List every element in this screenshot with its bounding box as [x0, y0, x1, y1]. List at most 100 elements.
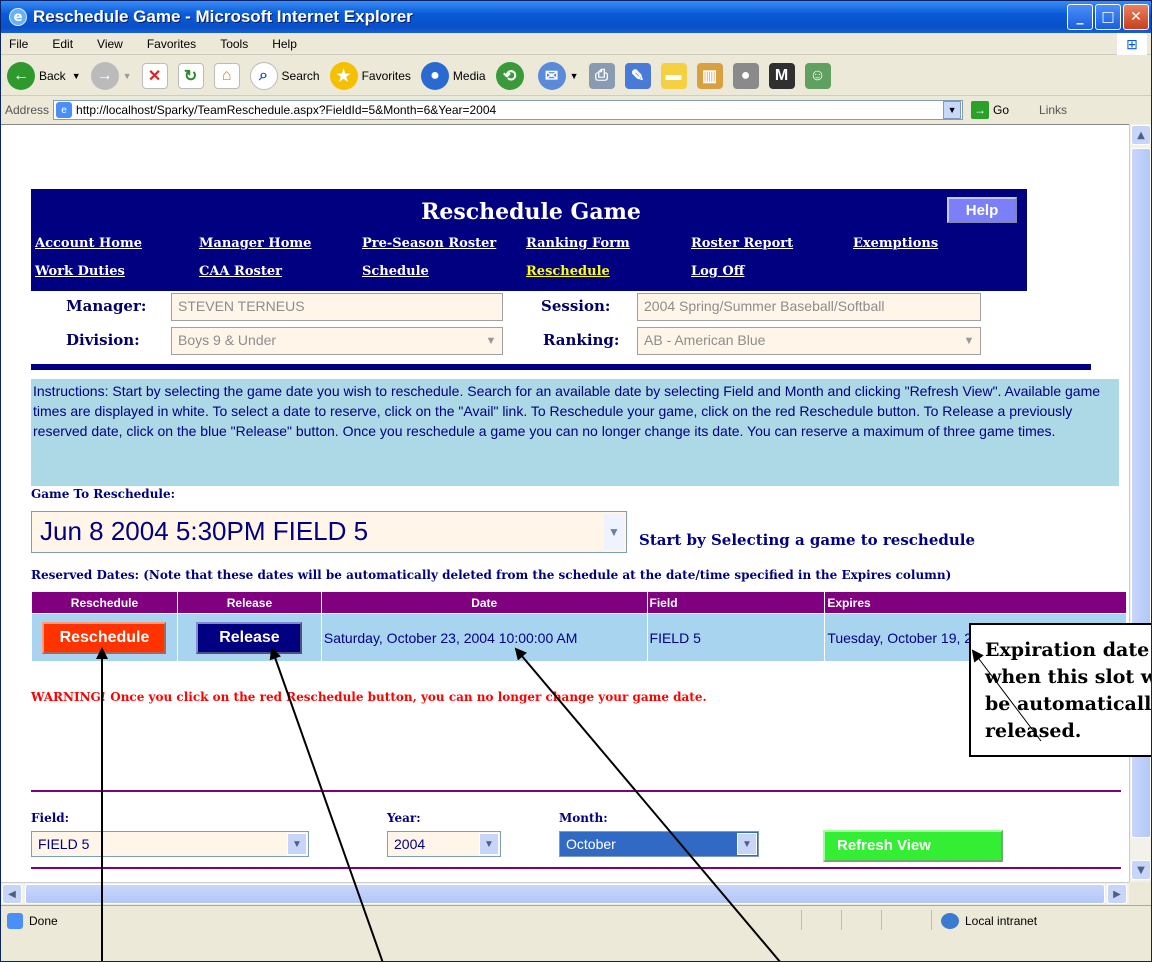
month-select[interactable]: October ▼: [559, 831, 759, 857]
address-url[interactable]: http://localhost/Sparky/TeamReschedule.a…: [76, 103, 496, 117]
nav-manager-home[interactable]: Manager Home: [199, 236, 311, 251]
ranking-value: AB - American Blue: [644, 332, 766, 348]
refresh-view-button[interactable]: Refresh View: [823, 830, 1003, 862]
media-button[interactable]: ● Media: [420, 61, 486, 90]
nav-exemptions[interactable]: Exemptions: [853, 236, 938, 251]
vertical-scrollbar[interactable]: ▲ ▼: [1129, 124, 1151, 882]
warning-text: WARNING! Once you click on the red Resch…: [31, 690, 707, 704]
session-field[interactable]: 2004 Spring/Summer Baseball/Softball: [637, 293, 981, 321]
favorites-button[interactable]: ★ Favorites: [329, 61, 411, 90]
horizontal-scroll-thumb[interactable]: [25, 884, 1105, 904]
menu-favorites[interactable]: Favorites: [143, 35, 200, 53]
game-select[interactable]: Jun 8 2004 5:30PM FIELD 5 ▼: [31, 511, 627, 553]
refresh-icon[interactable]: ↻: [177, 62, 204, 89]
header-expires: Expires: [824, 591, 1127, 614]
search-button[interactable]: ⌕ Search: [249, 61, 320, 90]
manager-label: Manager:: [66, 297, 147, 315]
manager-field[interactable]: STEVEN TERNEUS: [171, 293, 503, 321]
nav-reschedule[interactable]: Reschedule: [526, 264, 610, 279]
chevron-down-icon: ▼: [287, 833, 307, 855]
toolbar: ← Back ▼ → ▼ ✕ ↻ ⌂ ⌕ Search ★ Favorites …: [1, 56, 1151, 96]
status-divider: [801, 910, 802, 930]
zone-text: Local intranet: [965, 914, 1038, 928]
close-button[interactable]: ✕: [1123, 4, 1149, 30]
horizontal-scrollbar[interactable]: ◀ ▶: [1, 882, 1129, 904]
go-label: Go: [993, 103, 1010, 117]
nav-account-home[interactable]: Account Home: [35, 236, 142, 251]
field-value: FIELD 5: [38, 836, 90, 852]
page-title: Reschedule Game: [421, 199, 641, 225]
status-divider: [931, 910, 932, 930]
start-hint: Start by Selecting a game to reschedule: [639, 531, 976, 549]
msn-icon[interactable]: M: [768, 62, 795, 89]
chevron-down-icon: ▼: [737, 833, 757, 855]
header-reschedule: Reschedule: [31, 591, 178, 614]
back-button[interactable]: ← Back ▼: [7, 61, 81, 90]
status-divider: [841, 910, 842, 930]
minimize-button[interactable]: _: [1067, 4, 1093, 30]
messenger-icon[interactable]: ●: [732, 62, 759, 89]
address-input[interactable]: e http://localhost/Sparky/TeamReschedule…: [53, 100, 964, 120]
nav-caa-roster[interactable]: CAA Roster: [199, 264, 282, 279]
chevron-down-icon: ▼: [479, 833, 499, 855]
address-label: Address: [5, 103, 50, 117]
nav-schedule[interactable]: Schedule: [362, 264, 429, 279]
research-icon[interactable]: ▥: [696, 62, 723, 89]
scroll-left-icon[interactable]: ◀: [2, 884, 22, 904]
status-bar: Done Local intranet: [1, 905, 1151, 961]
mail-icon[interactable]: ✉: [537, 61, 566, 90]
go-button[interactable]: → Go: [971, 101, 1009, 119]
forward-dropdown-icon[interactable]: ▼: [123, 71, 132, 81]
windows-logo-icon: ⊞: [1117, 33, 1147, 55]
nav-pre-season-roster[interactable]: Pre-Season Roster: [362, 236, 496, 251]
forward-button[interactable]: → ▼: [90, 61, 132, 90]
window-title: Reschedule Game - Microsoft Internet Exp…: [33, 7, 413, 26]
purple-divider-top: [31, 790, 1121, 792]
discuss-icon[interactable]: ▬: [660, 62, 687, 89]
callout-line-4: released.: [985, 720, 1082, 742]
menu-bar: File Edit View Favorites Tools Help ⊞: [1, 33, 1151, 55]
year-value: 2004: [394, 836, 426, 852]
menu-edit[interactable]: Edit: [48, 35, 77, 53]
back-dropdown-icon[interactable]: ▼: [72, 71, 81, 81]
menu-file[interactable]: File: [5, 35, 32, 53]
print-icon[interactable]: ⎙: [588, 62, 615, 89]
maximize-button[interactable]: □: [1095, 4, 1121, 30]
field-cell: FIELD 5: [646, 613, 826, 662]
menu-tools[interactable]: Tools: [216, 35, 252, 53]
contacts-icon[interactable]: ☺: [804, 62, 831, 89]
page-done-icon: [7, 913, 23, 929]
go-arrow-icon: →: [971, 101, 990, 119]
mail-dropdown-icon[interactable]: ▼: [570, 71, 579, 81]
search-label: Search: [281, 68, 320, 83]
release-button[interactable]: Release: [196, 621, 303, 654]
scroll-down-icon[interactable]: ▼: [1131, 860, 1151, 880]
nav-roster-report[interactable]: Roster Report: [691, 236, 793, 251]
search-icon: ⌕: [249, 61, 278, 90]
scroll-up-icon[interactable]: ▲: [1131, 125, 1151, 145]
field-select[interactable]: FIELD 5 ▼: [31, 831, 309, 857]
callout-line-1: Expiration date: [985, 639, 1150, 661]
nav-work-duties[interactable]: Work Duties: [35, 264, 125, 279]
instructions-text: Instructions: Start by selecting the gam…: [31, 379, 1119, 486]
division-select[interactable]: Boys 9 & Under ▼: [171, 327, 503, 355]
status-divider: [881, 910, 882, 930]
scroll-right-icon[interactable]: ▶: [1107, 884, 1127, 904]
nav-ranking-form[interactable]: Ranking Form: [526, 236, 630, 251]
year-select[interactable]: 2004 ▼: [387, 831, 501, 857]
links-button[interactable]: Links: [1039, 103, 1067, 117]
address-dropdown-icon[interactable]: ▼: [943, 101, 962, 119]
home-icon[interactable]: ⌂: [213, 62, 240, 89]
header-date: Date: [320, 591, 648, 614]
menu-view[interactable]: View: [93, 35, 127, 53]
game-to-reschedule-label: Game To Reschedule:: [31, 487, 176, 501]
browser-window: e Reschedule Game - Microsoft Internet E…: [0, 0, 1152, 962]
ranking-select[interactable]: AB - American Blue ▼: [637, 327, 981, 355]
reschedule-button[interactable]: Reschedule: [42, 621, 167, 654]
menu-help[interactable]: Help: [268, 35, 301, 53]
stop-icon[interactable]: ✕: [141, 62, 168, 89]
edit-icon[interactable]: ✎: [624, 62, 651, 89]
help-button[interactable]: Help: [947, 197, 1017, 223]
nav-log-off[interactable]: Log Off: [691, 264, 744, 279]
history-icon[interactable]: ⟲: [495, 61, 524, 90]
